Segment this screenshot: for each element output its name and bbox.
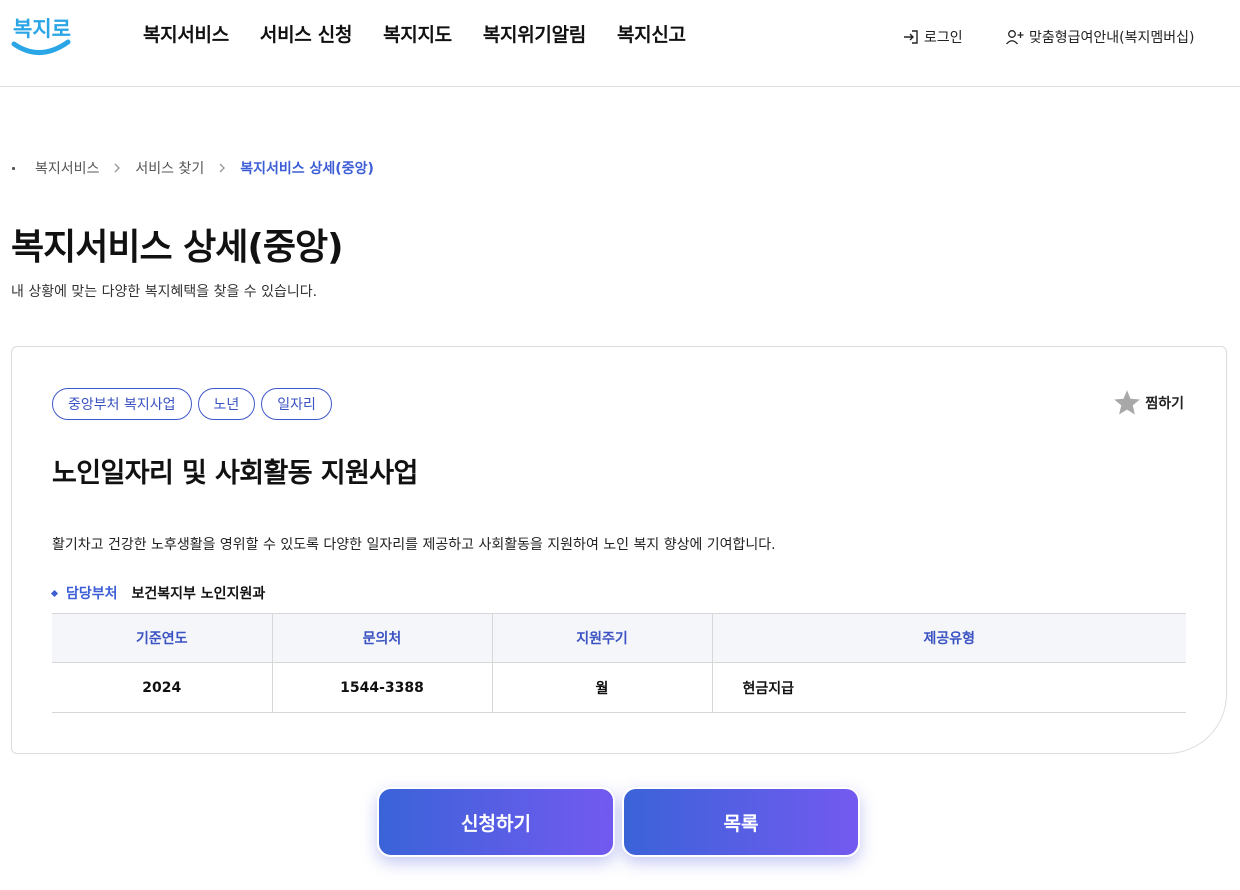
breadcrumb: 복지서비스 서비스 찾기 복지서비스 상세(중앙) <box>12 158 374 178</box>
header-base-year: 기준연도 <box>52 613 273 663</box>
cell-support-cycle: 월 <box>492 662 713 713</box>
main-nav: 복지서비스 서비스 신청 복지지도 복지위기알림 복지신고 <box>143 20 717 47</box>
site-header: 복지로 복지서비스 서비스 신청 복지지도 복지위기알림 복지신고 로그인 맞춤… <box>0 0 1240 87</box>
cell-provision-type: 현금지급 <box>712 662 1186 713</box>
nav-welfare-map[interactable]: 복지지도 <box>383 20 452 47</box>
breadcrumb-item-welfare[interactable]: 복지서비스 <box>35 158 99 178</box>
breadcrumb-item-search[interactable]: 서비스 찾기 <box>135 158 204 178</box>
service-tags: 중앙부처 복지사업 노년 일자리 <box>52 388 332 420</box>
membership-label: 맞춤형급여안내(복지멤버십) <box>1029 30 1195 46</box>
tag-job[interactable]: 일자리 <box>261 388 332 420</box>
logo-icon: 복지로 <box>11 17 71 55</box>
department-value: 보건복지부 노인지원과 <box>131 586 266 602</box>
cell-base-year: 2024 <box>52 662 273 713</box>
favorite-button[interactable]: 찜하기 <box>1113 389 1184 416</box>
nav-welfare-report[interactable]: 복지신고 <box>617 20 686 47</box>
user-plus-icon <box>1006 30 1024 45</box>
header-support-cycle: 지원주기 <box>492 613 713 663</box>
service-description: 활기차고 건강한 노후생활을 영위할 수 있도록 다양한 일자리를 제공하고 사… <box>52 537 776 553</box>
service-card: 중앙부처 복지사업 노년 일자리 찜하기 노인일자리 및 사회활동 지원사업 활… <box>11 346 1227 754</box>
login-label: 로그인 <box>924 30 963 46</box>
department-label: 담당부처 <box>66 586 118 602</box>
logo-text: 복지로 <box>13 17 71 41</box>
tag-senior[interactable]: 노년 <box>197 388 256 420</box>
table-row: 2024 1544-3388 월 현금지급 <box>52 662 1186 713</box>
tag-central-ministry[interactable]: 중앙부처 복지사업 <box>52 388 192 420</box>
login-link[interactable]: 로그인 <box>902 27 963 47</box>
favorite-label: 찜하기 <box>1145 395 1184 412</box>
page-title: 복지서비스 상세(중앙) <box>11 227 344 268</box>
service-info-table: 기준연도 문의처 지원주기 제공유형 2024 1544-3388 월 현금지급 <box>52 613 1186 713</box>
header-contact: 문의처 <box>272 613 493 663</box>
logo[interactable]: 복지로 <box>10 6 74 62</box>
apply-button[interactable]: 신청하기 <box>377 787 615 857</box>
chevron-right-icon <box>113 162 121 174</box>
nav-welfare-service[interactable]: 복지서비스 <box>143 20 229 47</box>
nav-service-apply[interactable]: 서비스 신청 <box>260 20 353 47</box>
page-description: 내 상황에 맞는 다양한 복지혜택을 찾을 수 있습니다. <box>11 284 318 300</box>
login-icon <box>904 30 918 44</box>
service-title: 노인일자리 및 사회활동 지원사업 <box>52 458 418 489</box>
nav-crisis-alert[interactable]: 복지위기알림 <box>483 20 586 47</box>
membership-link[interactable]: 맞춤형급여안내(복지멤버십) <box>1005 27 1194 47</box>
star-icon <box>1114 390 1141 415</box>
department-info: 담당부처 보건복지부 노인지원과 <box>50 583 266 603</box>
list-button[interactable]: 목록 <box>622 787 860 857</box>
header-provision-type: 제공유형 <box>712 613 1186 663</box>
breadcrumb-current: 복지서비스 상세(중앙) <box>240 161 374 177</box>
breadcrumb-home-dot <box>12 166 15 170</box>
table-header-row: 기준연도 문의처 지원주기 제공유형 <box>52 613 1186 663</box>
diamond-bullet-icon <box>50 589 59 597</box>
chevron-right-icon <box>218 162 226 174</box>
cell-contact: 1544-3388 <box>272 662 493 713</box>
